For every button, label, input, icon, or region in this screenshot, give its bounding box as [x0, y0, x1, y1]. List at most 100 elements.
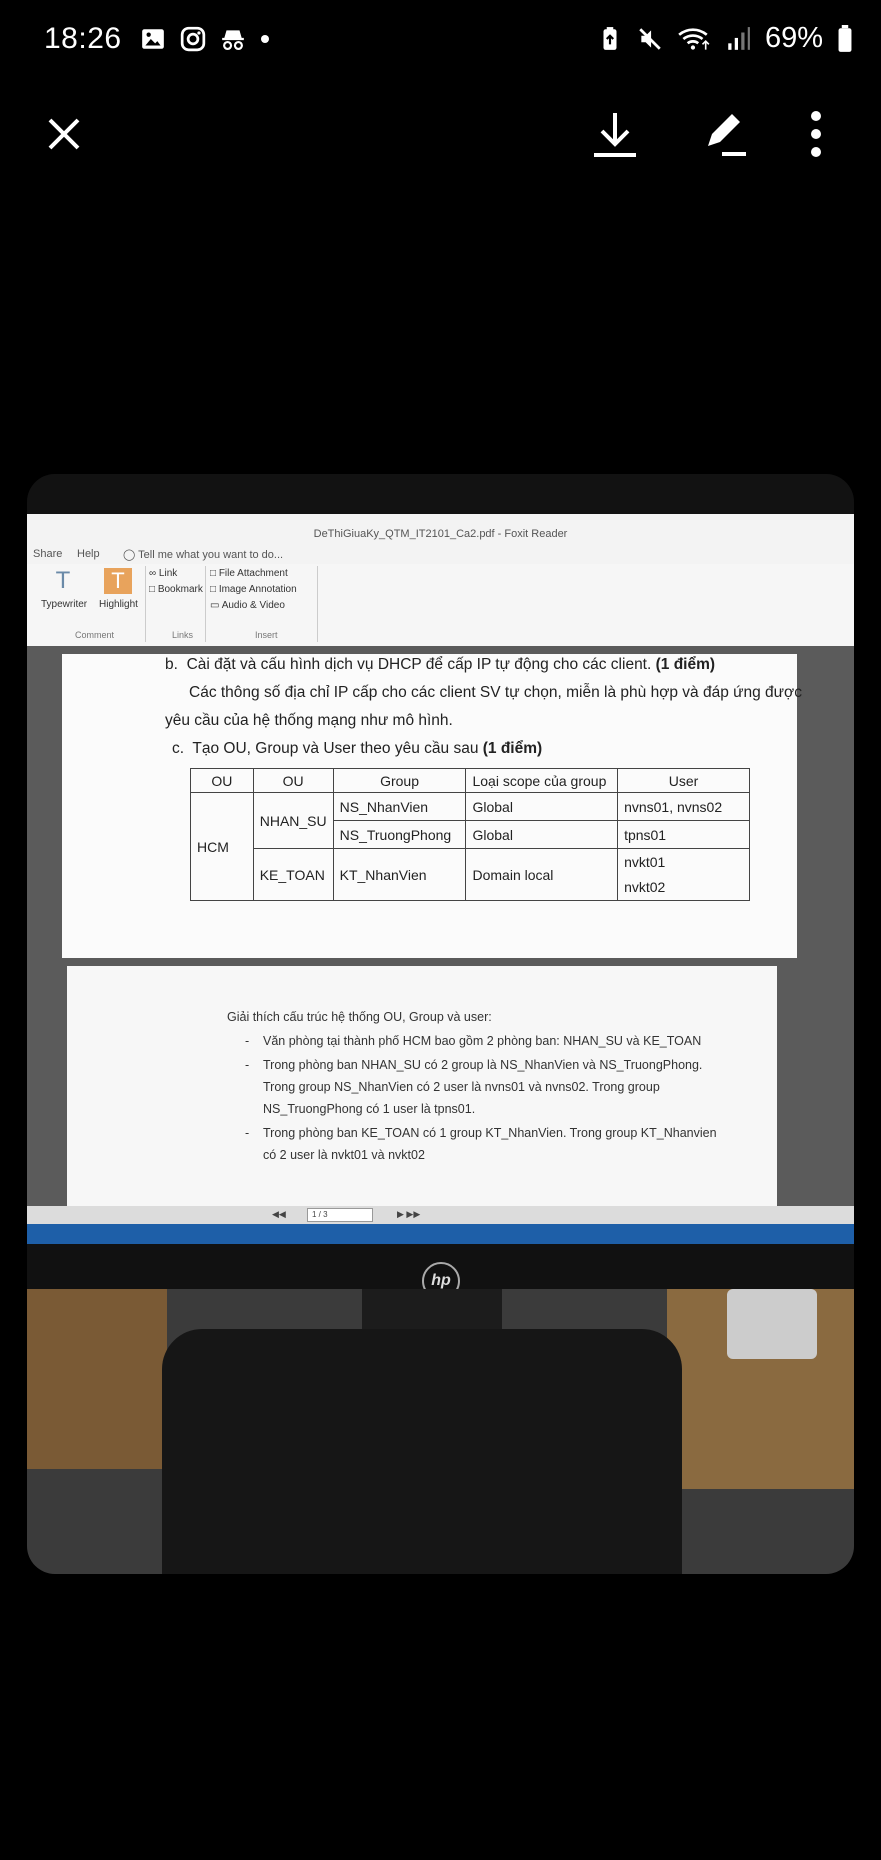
- close-button[interactable]: [32, 102, 96, 166]
- table-cell-group: KT_NhanVien: [332, 848, 467, 901]
- table-cell-user: nvkt02: [617, 874, 750, 901]
- bookmark-button[interactable]: □ Bookmark: [149, 584, 203, 595]
- bullet-dash: -: [245, 1058, 250, 1072]
- table-cell-user: nvkt01: [617, 848, 750, 875]
- monitor-screen: DeThiGiuaKy_QTM_IT2101_Ca2.pdf - Foxit R…: [27, 514, 854, 1289]
- ribbon-tabs: Share Help ◯ Tell me what you want to do…: [27, 542, 854, 564]
- close-icon: [48, 118, 80, 150]
- image-icon: [142, 29, 164, 49]
- pdf-page-1: b. Cài đặt và cấu hình dịch vụ DHCP để c…: [62, 654, 802, 958]
- link-icon: ∞: [149, 568, 157, 579]
- status-icons-right: 69%: [597, 22, 853, 55]
- tab-share[interactable]: Share: [33, 548, 62, 560]
- bullet-2-line-3: NS_TruongPhong có 1 user là tpns01.: [263, 1102, 476, 1116]
- status-icons-left: [140, 26, 270, 52]
- table-cell-scope: Global: [465, 820, 619, 849]
- typewriter-icon: T: [55, 567, 71, 594]
- dot-icon: [261, 35, 269, 43]
- download-button[interactable]: [583, 102, 647, 166]
- ribbon-divider: [317, 566, 318, 642]
- table-cell-ou2: NHAN_SU: [252, 792, 334, 849]
- table-cell-group: NS_TruongPhong: [332, 820, 467, 849]
- highlight-button[interactable]: Highlight: [99, 599, 138, 610]
- edit-button[interactable]: [692, 102, 756, 166]
- item-b: b. Cài đặt và cấu hình dịch vụ DHCP để c…: [165, 656, 716, 673]
- comment-group-label: Comment: [75, 630, 115, 640]
- windows-taskbar: [27, 1224, 854, 1244]
- highlight-icon: T: [104, 568, 132, 594]
- insert-group-label: Insert: [255, 630, 278, 640]
- pdf-page-2: Giải thích cấu trúc hệ thống OU, Group v…: [67, 966, 777, 1206]
- header-cell: Loại scope của group: [465, 768, 619, 793]
- table-cell-scope: Domain local: [465, 848, 619, 901]
- table-cell-user: nvns01, nvns02: [617, 792, 750, 821]
- photo-viewer-image: DeThiGiuaKy_QTM_IT2101_Ca2.pdf - Foxit R…: [27, 474, 854, 1574]
- table-header-row: OU OU Group Loại scope của group User: [190, 768, 750, 793]
- item-c: c. Tạo OU, Group và User theo yêu cầu sa…: [172, 740, 543, 757]
- table-row: KE_TOAN KT_NhanVien Domain local nvkt01: [191, 848, 750, 901]
- ribbon: T T Typewriter Highlight Comment ∞ Link …: [27, 564, 854, 647]
- file-icon: □: [210, 568, 217, 579]
- instagram-icon: [180, 26, 206, 52]
- edit-icon: [708, 114, 746, 156]
- header-cell: User: [617, 768, 750, 793]
- desk-scene: [27, 1289, 854, 1574]
- tell-me-input[interactable]: ◯ Tell me what you want to do...: [123, 548, 283, 561]
- monitor-stand: [162, 1329, 682, 1574]
- typewriter-button[interactable]: Typewriter: [41, 599, 87, 610]
- table-row: HCM NHAN_SU NS_NhanVien Global nvns01, n…: [190, 792, 750, 901]
- download-icon: [594, 113, 636, 157]
- table-cell-group: NS_NhanVien: [332, 792, 467, 821]
- header-cell: OU: [190, 768, 254, 793]
- mute-icon: [639, 27, 661, 50]
- para-line-1: Các thông số địa chỉ IP cấp cho các clie…: [189, 684, 802, 701]
- incognito-icon: [222, 30, 244, 51]
- foxit-title: DeThiGiuaKy_QTM_IT2101_Ca2.pdf - Foxit R…: [27, 514, 854, 544]
- bookmark-icon: □: [149, 584, 156, 595]
- table-cell-user: tpns01: [617, 820, 750, 849]
- image-annotation-button[interactable]: □ Image Annotation: [210, 584, 297, 595]
- ribbon-divider: [145, 566, 146, 642]
- file-attachment-button[interactable]: □ File Attachment: [210, 568, 288, 579]
- next-page-icon[interactable]: ▶ ▶▶: [397, 1209, 420, 1220]
- video-icon: ▭: [210, 600, 220, 611]
- tab-help[interactable]: Help: [77, 548, 100, 560]
- ou-table: OU OU Group Loại scope của group User HC…: [190, 768, 750, 901]
- more-options-button[interactable]: [784, 102, 848, 166]
- header-cell: OU: [252, 768, 334, 793]
- status-time: 18:26: [44, 22, 122, 55]
- bullet-2-line-2: Trong group NS_NhanVien có 2 user là nvn…: [263, 1080, 660, 1094]
- hp-logo: hp: [422, 1262, 460, 1289]
- first-page-icon[interactable]: ◀◀: [272, 1209, 286, 1220]
- bullet-3-line-1: Trong phòng ban KE_TOAN có 1 group KT_Nh…: [263, 1126, 717, 1140]
- signal-icon: [728, 26, 750, 50]
- table-cell-ou2: KE_TOAN: [252, 848, 334, 901]
- para-line-2: yêu cầu của hệ thống mạng như mô hình.: [165, 712, 453, 729]
- power-strip: [727, 1289, 817, 1359]
- page-number-input[interactable]: 1 / 3: [307, 1208, 373, 1222]
- foxit-status-bar: ◀◀ 1 / 3 ▶ ▶▶: [27, 1206, 854, 1224]
- lightbulb-icon: ◯: [123, 549, 136, 561]
- battery-saver-icon: [603, 26, 617, 50]
- bullet-dash: -: [245, 1126, 250, 1140]
- bullet-dash: -: [245, 1034, 250, 1048]
- image-icon-small: □: [210, 584, 217, 595]
- links-group-label: Links: [172, 630, 194, 640]
- header-cell: Group: [332, 768, 467, 793]
- wifi-icon: [678, 27, 710, 50]
- bullet-2-line-1: Trong phòng ban NHAN_SU có 2 group là NS…: [263, 1058, 703, 1072]
- audio-video-button[interactable]: ▭ Audio & Video: [210, 600, 285, 611]
- monitor-chin: hp: [27, 1244, 854, 1289]
- explanation-heading: Giải thích cấu trúc hệ thống OU, Group v…: [227, 1010, 492, 1024]
- bullet-3-line-2: có 2 user là nvkt01 và nvkt02: [263, 1148, 425, 1162]
- link-button[interactable]: ∞ Link: [149, 568, 177, 579]
- ribbon-divider: [205, 566, 206, 642]
- more-vertical-icon: [811, 111, 821, 157]
- battery-percent: 69%: [764, 22, 823, 54]
- bullet-1: Văn phòng tại thành phố HCM bao gồm 2 ph…: [263, 1034, 702, 1048]
- monitor-bezel: [27, 474, 854, 514]
- desk-left: [27, 1289, 167, 1469]
- battery-icon: [838, 24, 852, 52]
- table-cell-ou1: HCM: [190, 792, 254, 901]
- table-cell-scope: Global: [465, 792, 619, 821]
